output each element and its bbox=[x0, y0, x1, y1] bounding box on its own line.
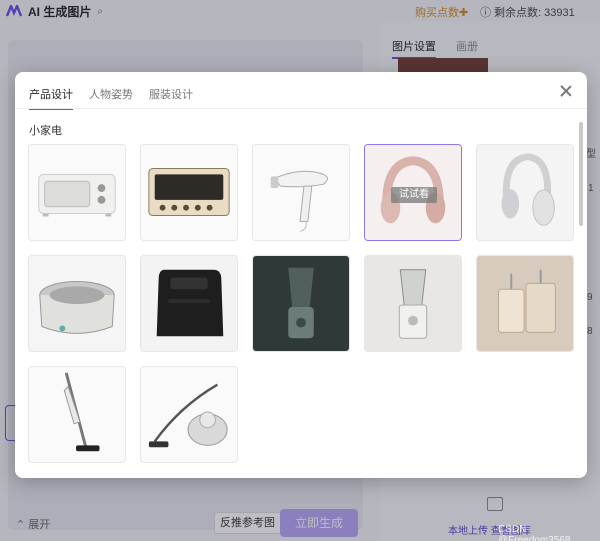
tab-product-design[interactable]: 产品设计 bbox=[29, 86, 73, 110]
divider bbox=[15, 108, 587, 109]
product-card-luggage[interactable] bbox=[476, 255, 574, 352]
template-picker-modal: 产品设计 人物姿势 服装设计 小家电 试试看 bbox=[15, 72, 587, 478]
product-card-toaster-white[interactable] bbox=[28, 144, 126, 241]
tab-character-pose[interactable]: 人物姿势 bbox=[89, 86, 133, 110]
tab-clothing-design[interactable]: 服装设计 bbox=[149, 86, 193, 110]
product-card-blender-dark[interactable] bbox=[252, 255, 350, 352]
watermark: CSDN @Freedom3568 bbox=[498, 524, 571, 541]
blender-dark-image bbox=[253, 256, 349, 351]
hot-pot-image bbox=[29, 256, 125, 351]
section-label: 小家电 bbox=[29, 125, 62, 137]
luggage-image bbox=[477, 256, 573, 351]
product-card-blender-light[interactable] bbox=[364, 255, 462, 352]
product-card-hair-dryer[interactable] bbox=[252, 144, 350, 241]
canister-vacuum-image bbox=[141, 367, 237, 462]
try-button[interactable]: 试试看 bbox=[391, 187, 437, 203]
product-card-hot-pot[interactable] bbox=[28, 255, 126, 352]
product-card-headphones-white[interactable] bbox=[476, 144, 574, 241]
product-card-stick-vacuum[interactable] bbox=[28, 366, 126, 463]
modal-scrollbar[interactable] bbox=[579, 122, 583, 226]
toaster-oven-white-image bbox=[29, 145, 125, 240]
product-card-toaster-cream[interactable] bbox=[140, 144, 238, 241]
blender-light-image bbox=[365, 256, 461, 351]
product-card-air-fryer[interactable] bbox=[140, 255, 238, 352]
close-icon[interactable] bbox=[559, 84, 573, 98]
air-fryer-image bbox=[141, 256, 237, 351]
headphones-white-image bbox=[477, 145, 573, 240]
toaster-oven-cream-image bbox=[141, 145, 237, 240]
hair-dryer-image bbox=[253, 145, 349, 240]
product-card-canister-vacuum[interactable] bbox=[140, 366, 238, 463]
product-card-headphones-pink[interactable]: 试试看 bbox=[364, 144, 462, 241]
modal-tabs: 产品设计 人物姿势 服装设计 bbox=[29, 86, 193, 110]
stick-vacuum-image bbox=[29, 367, 125, 462]
